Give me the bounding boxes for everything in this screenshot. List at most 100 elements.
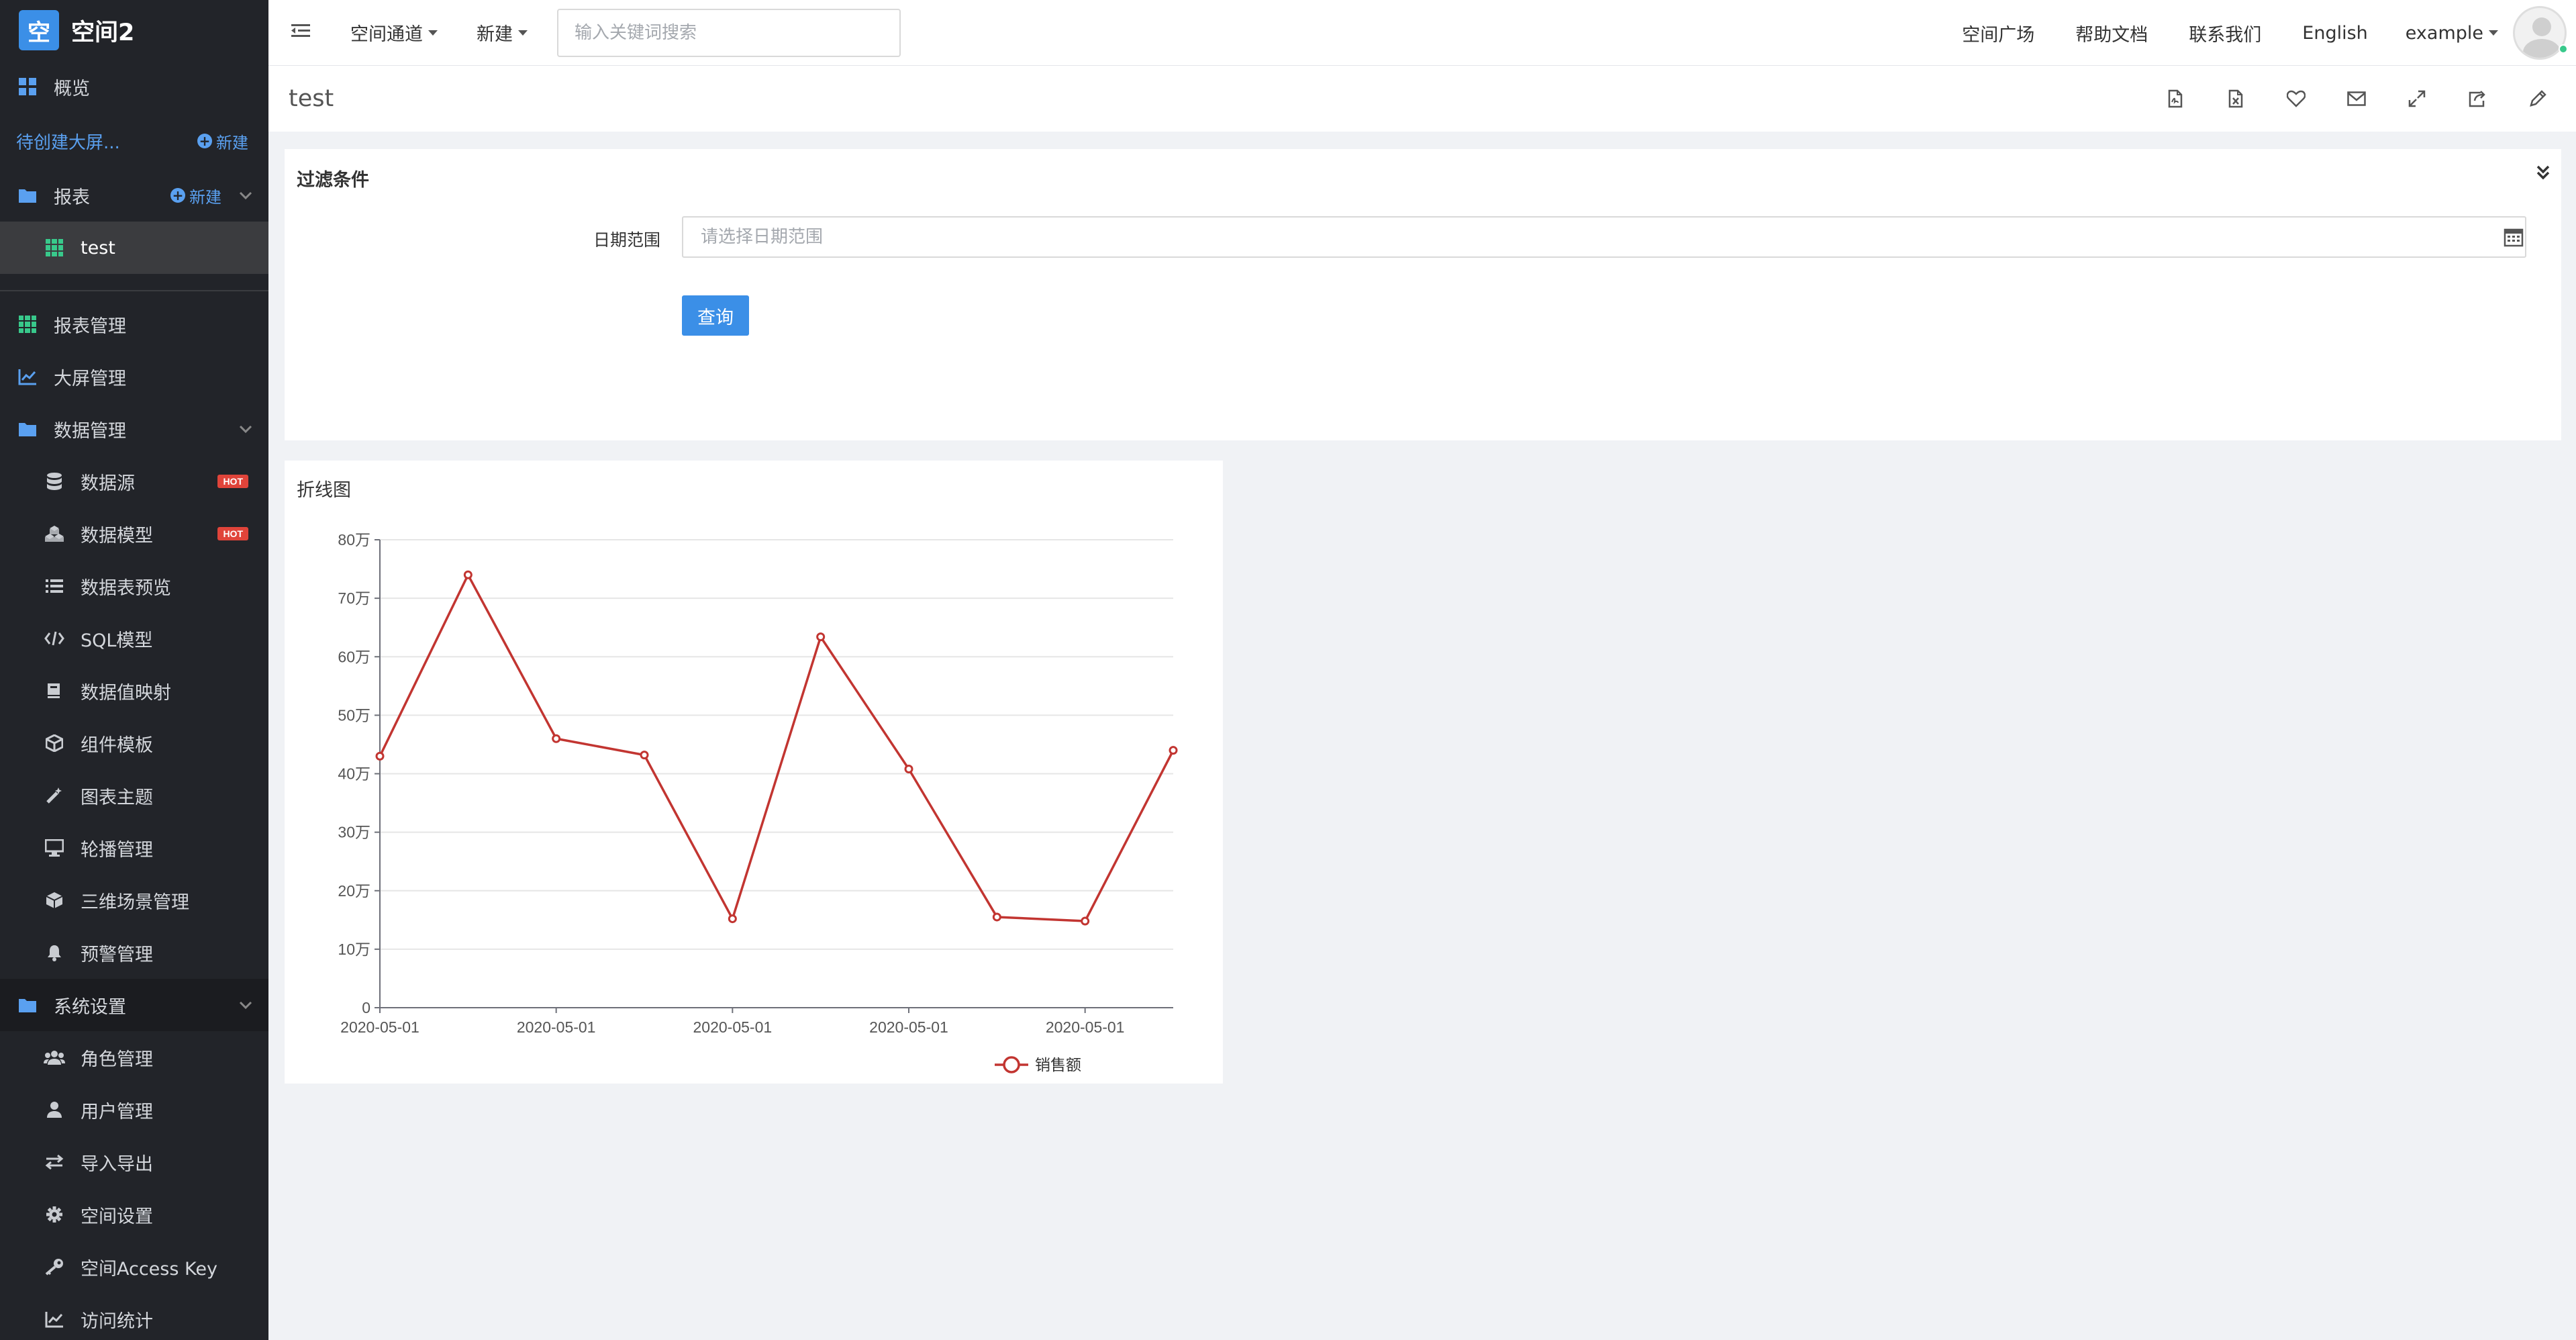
data-point [640,751,649,760]
y-tick-label: 30万 [338,824,370,841]
line-chart: 0 10万 20万 30万 40万 50万 60万 70万 80万 2020-05-01 2020-… [338,531,1178,1073]
favorite-heart-icon[interactable] [2277,79,2316,118]
sidebar-item-component-template[interactable]: 组件模板 [0,717,268,769]
pending-screen-link[interactable]: 待创建大屏... [16,129,120,154]
data-point [375,751,385,761]
bell-icon [43,941,66,964]
top-right-links: 空间广场 帮助文档 联系我们 English example [1962,0,2576,66]
x-tick-label: 2020-05-01 [869,1018,948,1036]
export-excel-icon[interactable] [2216,79,2255,118]
brand-name: 空间2 [71,19,135,46]
dashboard-grid-icon [16,75,39,98]
book-icon [43,679,66,702]
exchange-icon [43,1151,66,1174]
sidebar-item-system-settings[interactable]: 系统设置 [0,979,268,1031]
username: example [2405,22,2483,44]
data-point [552,734,561,743]
y-tick-label: 0 [362,999,370,1016]
fullscreen-icon[interactable] [2397,79,2436,118]
new-screen-button[interactable]: + 新建 [197,130,248,153]
sidebar-item-table-preview[interactable]: 数据表预览 [0,560,268,612]
link-english[interactable]: English [2302,23,2368,44]
new-report-button[interactable]: + 新建 [170,184,221,207]
legend-marker [1003,1056,1020,1073]
sidebar-item-roles[interactable]: 角色管理 [0,1031,268,1084]
sidebar-item-import-export[interactable]: 导入导出 [0,1136,268,1188]
export-pdf-icon[interactable] [2156,79,2195,118]
plus-circle-icon: + [197,133,212,149]
y-tick-label: 50万 [338,706,370,724]
sidebar-item-report-management[interactable]: 报表管理 [0,298,268,350]
collapse-double-chevron-icon[interactable] [2536,164,2550,187]
space-channel-dropdown[interactable]: 空间通道 [350,19,438,46]
data-point [728,914,737,924]
user-dropdown[interactable]: example [2406,23,2498,44]
sidebar-item-data-management[interactable]: 数据管理 [0,403,268,455]
y-tick-label: 80万 [338,531,370,548]
user-icon [43,1098,66,1121]
sidebar-item-overview[interactable]: 概览 [0,60,268,113]
key-icon [43,1255,66,1278]
date-range-label: 日期范围 [593,230,661,250]
sidebar-item-value-mapping[interactable]: 数据值映射 [0,665,268,717]
sidebar-item-label: 数据源 [81,473,135,494]
caret-down-icon [2489,30,2498,36]
calendar-icon[interactable] [2504,227,2524,247]
email-icon[interactable] [2337,79,2376,118]
edit-pencil-icon[interactable] [2518,79,2557,118]
link-help-docs[interactable]: 帮助文档 [2075,20,2148,46]
new-dropdown[interactable]: 新建 [477,19,528,46]
users-icon [43,1046,66,1069]
sidebar-item-carousel[interactable]: 轮播管理 [0,822,268,874]
chevron-down-icon [239,421,252,438]
line-chart-icon [43,1308,66,1331]
sidebar-item-data-model[interactable]: 数据模型 HOT [0,508,268,560]
brand[interactable]: 空 空间2 [0,0,268,60]
data-point [816,632,826,642]
sidebar-item-users[interactable]: 用户管理 [0,1084,268,1136]
chevron-down-icon [239,997,252,1014]
sidebar-item-space-settings[interactable]: 空间设置 [0,1188,268,1241]
sidebar-item-label: 图表主题 [81,787,153,808]
new-label: 新建 [216,133,248,152]
data-point [904,765,913,774]
avatar[interactable] [2513,6,2567,60]
sidebar-item-alert[interactable]: 预警管理 [0,926,268,979]
table-grid-icon [16,313,39,336]
link-space-plaza[interactable]: 空间广场 [1962,20,2034,46]
report-actions [2134,66,2557,132]
sidebar-item-label: 导入导出 [81,1153,153,1175]
sidebar: 空 空间2 概览 待创建大屏... + 新建 报表 + 新建 test 报表管理… [0,0,268,1340]
brand-logo: 空 [19,10,59,50]
date-range-input[interactable] [682,216,2526,258]
sidebar-item-chart-theme[interactable]: 图表主题 [0,769,268,822]
new-label: 新建 [189,187,221,207]
sidebar-item-test[interactable]: test [0,222,268,274]
sidebar-item-datasource[interactable]: 数据源 HOT [0,455,268,508]
sidebar-item-screen-management[interactable]: 大屏管理 [0,350,268,403]
sidebar-item-access-key[interactable]: 空间Access Key [0,1241,268,1293]
y-tick-label: 70万 [338,589,370,607]
sidebar-item-label: 报表 [54,187,90,208]
cube-icon [43,732,66,755]
sidebar-item-reports[interactable]: 报表 + 新建 [0,169,268,222]
hot-badge: HOT [217,475,248,488]
sidebar-item-sql-model[interactable]: SQL模型 [0,612,268,665]
link-contact-us[interactable]: 联系我们 [2189,20,2261,46]
pending-screen-row: 待创建大屏... + 新建 [0,113,268,169]
share-icon[interactable] [2458,79,2497,118]
gear-icon [43,1203,66,1226]
line-chart-panel: 折线图 0 10万 20万 30万 40万 50万 60万 70万 80万 2020-05-01 2… [285,461,1223,1084]
sidebar-item-3d-scene[interactable]: 三维场景管理 [0,874,268,926]
search-input[interactable] [557,8,901,57]
sidebar-item-label: 三维场景管理 [81,892,189,913]
sidebar-item-label: 用户管理 [81,1101,153,1122]
x-tick-label: 2020-05-01 [1046,1018,1125,1036]
menu-toggle-icon[interactable] [291,21,319,44]
query-button[interactable]: 查询 [682,295,749,336]
x-tick-label: 2020-05-01 [340,1018,419,1036]
sidebar-item-access-stats[interactable]: 访问统计 [0,1293,268,1340]
sidebar-item-label: test [81,237,115,258]
caret-down-icon [428,30,438,36]
data-point [463,570,473,579]
